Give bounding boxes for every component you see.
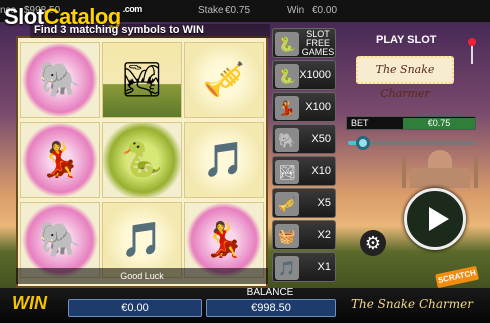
paytable-row: 🐍 SLOT FREE GAMES [272,28,336,58]
paytable-multiplier: X1000 [299,69,331,81]
scratch-badge: SCRATCH [435,265,479,289]
paytable-row: 🐘 X50 [272,124,336,154]
dancer-symbol[interactable]: 💃 [184,202,264,278]
bet-value: €0.75 [403,118,475,129]
paytable-multiplier: X1 [317,261,331,273]
gear-icon[interactable]: ⚙ [360,230,386,256]
paytable-row: 🧺 X2 [272,220,336,250]
landscape-symbol[interactable]: 🏞 [102,42,182,118]
paytable-row: 🎵 X1 [272,252,336,282]
game-window: nce $998.50 Stake €0.75 Win €0.00 SlotCa… [0,0,490,323]
paytable-multiplier: X5 [317,197,331,209]
elephant-symbol[interactable]: 🐘 [20,202,100,278]
cobra-symbol[interactable]: 🐍 [102,122,182,198]
lever-knob-icon [468,38,476,46]
taj-mahal-background [400,150,480,188]
paytable-symbol-icon: 🐘 [275,128,299,152]
scratch-grid: 🐘 🏞 🎺 💃 🐍 🎵 🐘 🎵 💃 [16,36,268,288]
bet-panel: BET €0.75 [346,116,476,130]
balance-label: BALANCE [246,287,294,298]
paytable-row: 🐍 X1000 [272,60,336,90]
paytable-symbol-icon: 🧺 [275,224,299,248]
paytable-symbol-icon: 🏞 [275,160,299,184]
paytable-multiplier: X10 [311,165,331,177]
win-value: €0.00 [68,299,202,317]
game-logo-bottom: The Snake Charmer [351,297,473,311]
elephant-symbol[interactable]: 🐘 [20,42,100,118]
paytable-multiplier: X50 [311,133,331,145]
top-win-value: €0.00 [312,5,338,16]
paytable-multiplier: SLOT FREE GAMES [301,29,335,57]
paytable-row: 💃 X100 [272,92,336,122]
paytable-symbol-icon: 🎵 [275,256,299,280]
paytable-multiplier: X2 [317,229,331,241]
good-luck-message: Good Luck [16,268,268,284]
game-logo-top: The Snake Charmer [356,56,454,100]
music-notes-symbol[interactable]: 🎵 [184,122,264,198]
play-button[interactable] [404,188,466,250]
paytable-symbol-icon: 💃 [275,96,299,120]
dancer-symbol[interactable]: 💃 [20,122,100,198]
paytable-symbol-icon: 🐍 [275,64,299,88]
top-win-label: Win [287,5,305,16]
play-slot-title[interactable]: PLAY SLOT [376,34,437,46]
paytable-row: 🎺 X5 [272,188,336,218]
paytable-row: 🏞 X10 [272,156,336,186]
paytable-symbol-icon: 🐍 [275,32,299,56]
balance-value: €998.50 [206,299,336,317]
paytable-multiplier: X100 [305,101,331,113]
paytable: 🐍 SLOT FREE GAMES 🐍 X1000 💃 X100 🐘 X50 🏞 X10 🎺 X5 🧺 X… [272,28,336,282]
paytable-symbol-icon: 🎺 [275,192,299,216]
music-notes-symbol[interactable]: 🎵 [102,202,182,278]
top-stake-value: €0.75 [225,5,251,16]
bet-slider-knob[interactable] [356,136,370,150]
pungi-flute-symbol[interactable]: 🎺 [184,42,264,118]
top-stake-label: Stake [198,5,224,16]
lever-stick [471,44,473,64]
watermark-com: .com [122,4,143,14]
win-label: WIN [12,293,47,313]
instruction-text: Find 3 matching symbols to WIN [30,24,270,38]
bet-label: BET [351,118,369,128]
